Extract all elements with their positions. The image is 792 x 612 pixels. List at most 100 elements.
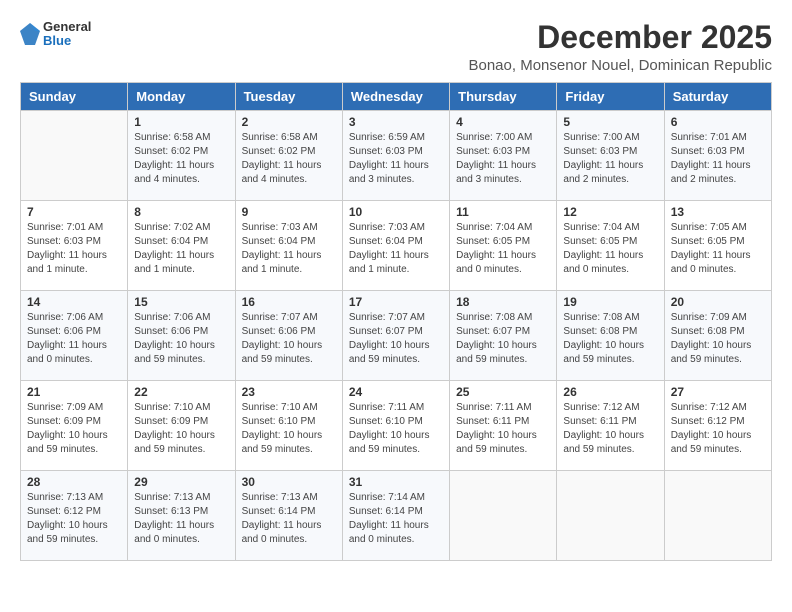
- day-number: 27: [671, 385, 765, 399]
- day-info: Sunrise: 7:04 AM Sunset: 6:05 PM Dayligh…: [456, 221, 550, 277]
- title-block: December 2025 Bonao, Monsenor Nouel, Dom…: [468, 20, 772, 74]
- day-info: Sunrise: 6:58 AM Sunset: 6:02 PM Dayligh…: [134, 131, 228, 187]
- calendar-cell: 14Sunrise: 7:06 AM Sunset: 6:06 PM Dayli…: [21, 291, 128, 381]
- day-number: 8: [134, 205, 228, 219]
- calendar-cell: 30Sunrise: 7:13 AM Sunset: 6:14 PM Dayli…: [235, 471, 342, 561]
- calendar-week-row: 21 Sunrise: 7:09 AM Sunset: 6:09 PM Dayli…: [21, 381, 772, 471]
- calendar-cell: 29 Sunrise: 7:13 AM Sunset: 6:13 PM Dayli…: [128, 471, 235, 561]
- header-day: Monday: [128, 83, 235, 111]
- day-number: 12: [563, 205, 657, 219]
- calendar-cell: 31 Sunrise: 7:14 AM Sunset: 6:14 PM Dayli…: [342, 471, 449, 561]
- calendar-week-row: 1Sunrise: 6:58 AM Sunset: 6:02 PM Daylig…: [21, 111, 772, 201]
- day-number: 31: [349, 475, 443, 489]
- calendar-cell: 27 Sunrise: 7:12 AM Sunset: 6:12 PM Dayli…: [664, 381, 771, 471]
- day-info: Sunrise: 7:11 AM Sunset: 6:10 PM Dayligh…: [349, 401, 443, 457]
- day-number: 22: [134, 385, 228, 399]
- calendar-cell: 24 Sunrise: 7:11 AM Sunset: 6:10 PM Dayli…: [342, 381, 449, 471]
- calendar-cell: 2 Sunrise: 6:58 AM Sunset: 6:02 PM Daylig…: [235, 111, 342, 201]
- calendar-cell: 16 Sunrise: 7:07 AM Sunset: 6:06 PM Dayli…: [235, 291, 342, 381]
- calendar-cell: 4 Sunrise: 7:00 AM Sunset: 6:03 PM Daylig…: [450, 111, 557, 201]
- calendar-cell: 19Sunrise: 7:08 AM Sunset: 6:08 PM Dayli…: [557, 291, 664, 381]
- day-info: Sunrise: 6:59 AM Sunset: 6:03 PM Dayligh…: [349, 131, 443, 187]
- day-number: 21: [27, 385, 121, 399]
- day-number: 10: [349, 205, 443, 219]
- calendar-cell: 10 Sunrise: 7:03 AM Sunset: 6:04 PM Dayli…: [342, 201, 449, 291]
- calendar-cell: [21, 111, 128, 201]
- calendar-cell: 18 Sunrise: 7:08 AM Sunset: 6:07 PM Dayli…: [450, 291, 557, 381]
- logo-bird-icon: [20, 23, 40, 45]
- calendar-cell: 6 Sunrise: 7:01 AM Sunset: 6:03 PM Daylig…: [664, 111, 771, 201]
- day-number: 17: [349, 295, 443, 309]
- day-number: 5: [563, 115, 657, 129]
- calendar-cell: 7 Sunrise: 7:01 AM Sunset: 6:03 PM Daylig…: [21, 201, 128, 291]
- calendar-week-row: 7 Sunrise: 7:01 AM Sunset: 6:03 PM Daylig…: [21, 201, 772, 291]
- calendar-cell: [664, 471, 771, 561]
- day-info: Sunrise: 7:14 AM Sunset: 6:14 PM Dayligh…: [349, 491, 443, 547]
- calendar-cell: 23 Sunrise: 7:10 AM Sunset: 6:10 PM Dayli…: [235, 381, 342, 471]
- calendar-table: SundayMondayTuesdayWednesdayThursdayFrid…: [20, 82, 772, 561]
- calendar-cell: 15 Sunrise: 7:06 AM Sunset: 6:06 PM Dayli…: [128, 291, 235, 381]
- day-info: Sunrise: 7:06 AM Sunset: 6:06 PM Dayligh…: [134, 311, 228, 367]
- day-info: Sunrise: 7:12 AM Sunset: 6:11 PM Dayligh…: [563, 401, 657, 457]
- day-info: Sunrise: 7:02 AM Sunset: 6:04 PM Dayligh…: [134, 221, 228, 277]
- calendar-cell: 22 Sunrise: 7:10 AM Sunset: 6:09 PM Dayli…: [128, 381, 235, 471]
- day-number: 23: [242, 385, 336, 399]
- day-number: 3: [349, 115, 443, 129]
- day-info: Sunrise: 7:05 AM Sunset: 6:05 PM Dayligh…: [671, 221, 765, 277]
- day-info: Sunrise: 7:00 AM Sunset: 6:03 PM Dayligh…: [456, 131, 550, 187]
- day-number: 28: [27, 475, 121, 489]
- header-day: Wednesday: [342, 83, 449, 111]
- logo-blue-text: Blue: [43, 34, 91, 48]
- location-title: Bonao, Monsenor Nouel, Dominican Republi…: [468, 57, 772, 74]
- day-info: Sunrise: 7:07 AM Sunset: 6:07 PM Dayligh…: [349, 311, 443, 367]
- day-info: Sunrise: 7:03 AM Sunset: 6:04 PM Dayligh…: [242, 221, 336, 277]
- header-day: Saturday: [664, 83, 771, 111]
- day-info: Sunrise: 7:09 AM Sunset: 6:09 PM Dayligh…: [27, 401, 121, 457]
- day-number: 16: [242, 295, 336, 309]
- day-info: Sunrise: 7:01 AM Sunset: 6:03 PM Dayligh…: [671, 131, 765, 187]
- calendar-cell: [450, 471, 557, 561]
- day-number: 19: [563, 295, 657, 309]
- day-info: Sunrise: 7:08 AM Sunset: 6:07 PM Dayligh…: [456, 311, 550, 367]
- day-info: Sunrise: 7:13 AM Sunset: 6:13 PM Dayligh…: [134, 491, 228, 547]
- day-number: 6: [671, 115, 765, 129]
- header-day: Thursday: [450, 83, 557, 111]
- day-info: Sunrise: 7:13 AM Sunset: 6:12 PM Dayligh…: [27, 491, 121, 547]
- header-day: Tuesday: [235, 83, 342, 111]
- logo-general-text: General: [43, 20, 91, 34]
- day-number: 18: [456, 295, 550, 309]
- page-header: General Blue December 2025 Bonao, Monsen…: [20, 20, 772, 74]
- day-number: 15: [134, 295, 228, 309]
- day-number: 4: [456, 115, 550, 129]
- day-number: 11: [456, 205, 550, 219]
- calendar-cell: 12Sunrise: 7:04 AM Sunset: 6:05 PM Dayli…: [557, 201, 664, 291]
- calendar-cell: 13Sunrise: 7:05 AM Sunset: 6:05 PM Dayli…: [664, 201, 771, 291]
- calendar-cell: 17 Sunrise: 7:07 AM Sunset: 6:07 PM Dayli…: [342, 291, 449, 381]
- calendar-week-row: 28 Sunrise: 7:13 AM Sunset: 6:12 PM Dayli…: [21, 471, 772, 561]
- day-number: 29: [134, 475, 228, 489]
- day-info: Sunrise: 7:11 AM Sunset: 6:11 PM Dayligh…: [456, 401, 550, 457]
- calendar-cell: 20Sunrise: 7:09 AM Sunset: 6:08 PM Dayli…: [664, 291, 771, 381]
- day-number: 20: [671, 295, 765, 309]
- day-info: Sunrise: 7:07 AM Sunset: 6:06 PM Dayligh…: [242, 311, 336, 367]
- calendar-cell: 3 Sunrise: 6:59 AM Sunset: 6:03 PM Daylig…: [342, 111, 449, 201]
- day-info: Sunrise: 7:01 AM Sunset: 6:03 PM Dayligh…: [27, 221, 121, 277]
- header-day: Friday: [557, 83, 664, 111]
- day-number: 24: [349, 385, 443, 399]
- day-info: Sunrise: 7:12 AM Sunset: 6:12 PM Dayligh…: [671, 401, 765, 457]
- calendar-cell: 28 Sunrise: 7:13 AM Sunset: 6:12 PM Dayli…: [21, 471, 128, 561]
- calendar-cell: 5 Sunrise: 7:00 AM Sunset: 6:03 PM Daylig…: [557, 111, 664, 201]
- day-info: Sunrise: 7:03 AM Sunset: 6:04 PM Dayligh…: [349, 221, 443, 277]
- day-info: Sunrise: 7:10 AM Sunset: 6:09 PM Dayligh…: [134, 401, 228, 457]
- calendar-cell: 1Sunrise: 6:58 AM Sunset: 6:02 PM Daylig…: [128, 111, 235, 201]
- day-number: 2: [242, 115, 336, 129]
- calendar-week-row: 14Sunrise: 7:06 AM Sunset: 6:06 PM Dayli…: [21, 291, 772, 381]
- day-number: 7: [27, 205, 121, 219]
- calendar-cell: 25Sunrise: 7:11 AM Sunset: 6:11 PM Dayli…: [450, 381, 557, 471]
- day-info: Sunrise: 6:58 AM Sunset: 6:02 PM Dayligh…: [242, 131, 336, 187]
- day-number: 9: [242, 205, 336, 219]
- day-info: Sunrise: 7:10 AM Sunset: 6:10 PM Dayligh…: [242, 401, 336, 457]
- header-row: SundayMondayTuesdayWednesdayThursdayFrid…: [21, 83, 772, 111]
- calendar-cell: [557, 471, 664, 561]
- day-info: Sunrise: 7:00 AM Sunset: 6:03 PM Dayligh…: [563, 131, 657, 187]
